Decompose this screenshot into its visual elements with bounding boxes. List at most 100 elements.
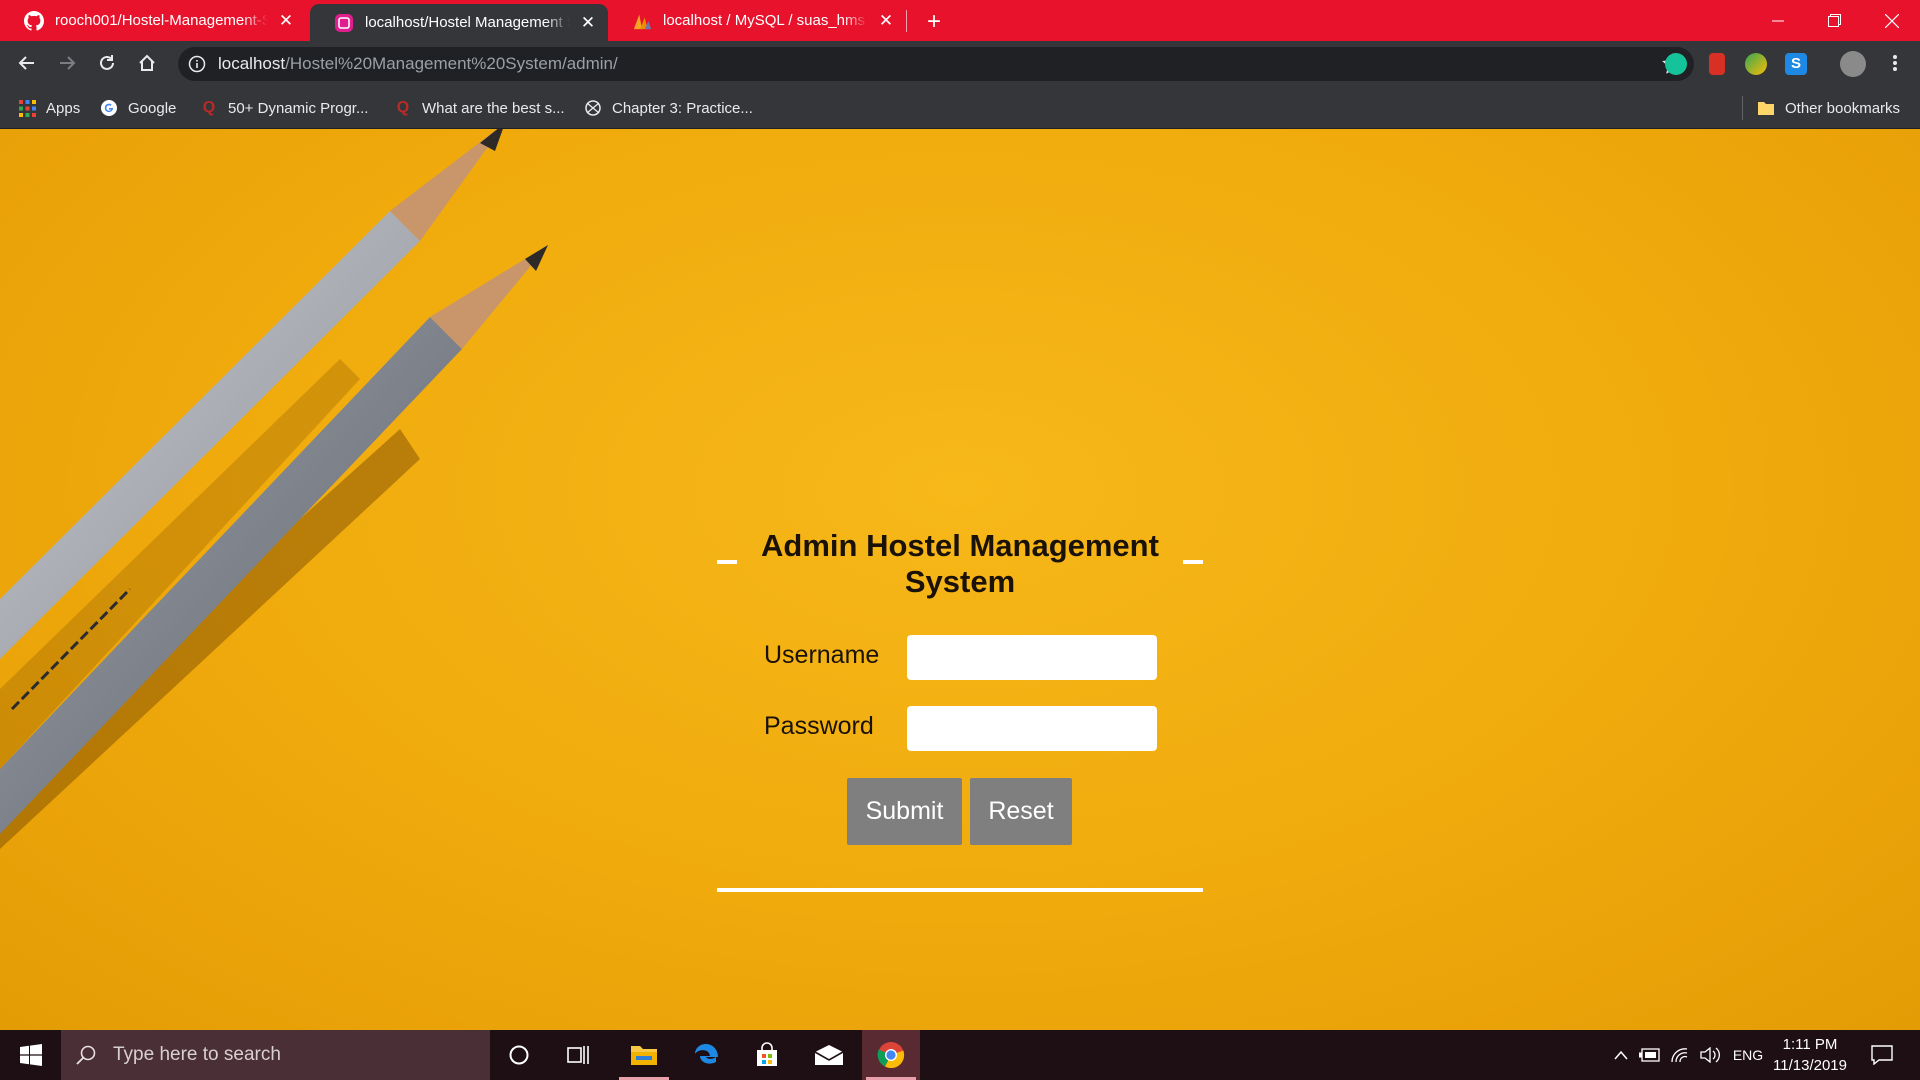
admin-login-form: Admin Hostel Management System Username … bbox=[717, 394, 1203, 894]
taskbar-search[interactable]: Type here to search bbox=[61, 1030, 490, 1080]
cortana-button[interactable] bbox=[490, 1030, 548, 1080]
bookmark-other[interactable]: Other bookmarks bbox=[1757, 97, 1900, 119]
username-label: Username bbox=[764, 641, 880, 669]
close-tab-icon[interactable]: ✕ bbox=[278, 12, 294, 29]
forward-arrow-icon bbox=[60, 56, 76, 70]
back-button[interactable] bbox=[12, 48, 42, 78]
clock-date: 11/13/2019 bbox=[1773, 1057, 1847, 1074]
close-window-button[interactable] bbox=[1864, 0, 1920, 41]
tab-separator bbox=[906, 10, 907, 32]
minimize-button[interactable] bbox=[1750, 0, 1806, 41]
url-path: /Hostel%20Management%20System/admin/ bbox=[285, 54, 618, 73]
restore-button[interactable] bbox=[1806, 0, 1862, 41]
bookmark-label: What are the best s... bbox=[422, 99, 565, 117]
chrome-icon bbox=[877, 1042, 905, 1069]
home-button[interactable] bbox=[132, 48, 162, 78]
tab-title: localhost / MySQL / suas_hms / s bbox=[663, 12, 868, 29]
task-view-icon bbox=[567, 1046, 589, 1064]
password-label: Password bbox=[764, 712, 874, 740]
browser-menu-button[interactable] bbox=[1880, 48, 1910, 78]
url-text[interactable]: localhost/Hostel%20Management%20System/a… bbox=[218, 54, 618, 74]
profile-avatar[interactable] bbox=[1840, 51, 1866, 77]
address-bar[interactable]: localhost/Hostel%20Management%20System/a… bbox=[178, 47, 1694, 81]
phpmyadmin-icon bbox=[632, 11, 652, 31]
bookmark-label: Other bookmarks bbox=[1785, 99, 1901, 117]
google-icon bbox=[100, 99, 118, 117]
search-placeholder: Type here to search bbox=[113, 1044, 281, 1065]
quora-icon: Q bbox=[396, 99, 410, 116]
bookmark-label: Google bbox=[128, 99, 177, 117]
title-rule-left bbox=[717, 560, 737, 564]
mail-icon bbox=[814, 1045, 844, 1065]
taskbar-clock[interactable]: 1:11 PM 11/13/2019 bbox=[1766, 1034, 1854, 1076]
start-button[interactable] bbox=[2, 1030, 60, 1080]
bookmark-chapter-3[interactable]: Chapter 3: Practice... bbox=[584, 97, 753, 119]
chrome-button[interactable] bbox=[862, 1030, 920, 1080]
bookmark-google[interactable]: Google bbox=[100, 97, 176, 119]
windows-taskbar: Type here to search ENG 1:11 PM 11/13/20… bbox=[0, 1030, 1920, 1080]
grammarly-extension-icon[interactable] bbox=[1665, 53, 1687, 75]
wifi-icon[interactable] bbox=[1666, 1030, 1694, 1080]
bookmark-label: 50+ Dynamic Progr... bbox=[228, 99, 369, 117]
action-center-button[interactable] bbox=[1862, 1030, 1902, 1080]
github-icon bbox=[24, 10, 44, 31]
bookmark-label: Chapter 3: Practice... bbox=[612, 99, 753, 117]
extension-icon[interactable] bbox=[1745, 53, 1767, 75]
notification-icon bbox=[1871, 1045, 1893, 1065]
bookmark-dynamic-programming[interactable]: Q 50+ Dynamic Progr... bbox=[200, 97, 369, 119]
bookmarks-bar: Apps Google Q 50+ Dynamic Progr... Q Wha… bbox=[0, 86, 1920, 129]
site-icon bbox=[584, 99, 602, 117]
url-host: localhost bbox=[218, 54, 286, 73]
tab-strip: rooch001/Hostel-Management-S ✕ localhost… bbox=[0, 0, 1920, 41]
reset-button[interactable]: Reset bbox=[970, 778, 1072, 845]
task-view-button[interactable] bbox=[550, 1030, 608, 1080]
tab-title: localhost/Hostel Management Sy bbox=[365, 14, 570, 31]
info-icon[interactable] bbox=[188, 55, 206, 73]
cortana-icon bbox=[509, 1045, 529, 1065]
folder-icon bbox=[631, 1046, 657, 1065]
apps-grid-icon bbox=[18, 99, 36, 117]
bookmark-apps[interactable]: Apps bbox=[18, 97, 80, 119]
new-tab-button[interactable]: + bbox=[920, 8, 948, 36]
tab-phpmyadmin[interactable]: localhost / MySQL / suas_hms / s ✕ bbox=[608, 0, 906, 41]
chevron-up-icon bbox=[1614, 1050, 1628, 1060]
store-bag-icon bbox=[757, 1042, 777, 1066]
search-icon bbox=[76, 1045, 96, 1065]
language-indicator[interactable]: ENG bbox=[1728, 1030, 1768, 1080]
close-tab-icon[interactable]: ✕ bbox=[580, 14, 596, 31]
site-favicon-icon bbox=[334, 13, 354, 33]
show-hidden-icons-button[interactable] bbox=[1608, 1030, 1634, 1080]
bookmark-separator bbox=[1742, 96, 1743, 120]
bookmark-what-are-the-best[interactable]: Q What are the best s... bbox=[394, 97, 565, 119]
store-button[interactable] bbox=[738, 1030, 796, 1080]
home-icon bbox=[139, 54, 155, 71]
s-extension-icon[interactable]: S bbox=[1785, 53, 1807, 75]
title-rule-right bbox=[1183, 560, 1203, 564]
reload-icon bbox=[100, 55, 114, 70]
forward-button[interactable] bbox=[52, 48, 82, 78]
back-arrow-icon bbox=[18, 56, 34, 70]
bookmark-extension-icon[interactable] bbox=[1709, 53, 1725, 75]
edge-button[interactable] bbox=[677, 1030, 735, 1080]
form-bottom-rule bbox=[717, 888, 1203, 892]
edge-icon bbox=[695, 1044, 718, 1064]
windows-logo-icon bbox=[20, 1044, 42, 1066]
clock-time: 1:11 PM bbox=[1782, 1036, 1838, 1053]
reload-button[interactable] bbox=[92, 48, 122, 78]
pencils-illustration bbox=[0, 129, 548, 849]
tab-localhost-admin[interactable]: localhost/Hostel Management Sy ✕ bbox=[310, 4, 608, 41]
kebab-menu-icon bbox=[1893, 55, 1897, 71]
close-tab-icon[interactable]: ✕ bbox=[878, 12, 894, 29]
browser-toolbar: localhost/Hostel%20Management%20System/a… bbox=[0, 41, 1920, 86]
page-background: Admin Hostel Management System Username … bbox=[0, 129, 1920, 1030]
password-input[interactable] bbox=[907, 706, 1157, 751]
volume-icon[interactable] bbox=[1696, 1030, 1724, 1080]
file-explorer-button[interactable] bbox=[615, 1030, 673, 1080]
tab-github[interactable]: rooch001/Hostel-Management-S ✕ bbox=[0, 0, 306, 41]
submit-button[interactable]: Submit bbox=[847, 778, 962, 845]
battery-icon[interactable] bbox=[1636, 1030, 1664, 1080]
bookmark-label: Apps bbox=[46, 99, 81, 117]
quora-icon: Q bbox=[202, 99, 216, 116]
mail-button[interactable] bbox=[800, 1030, 858, 1080]
username-input[interactable] bbox=[907, 635, 1157, 680]
